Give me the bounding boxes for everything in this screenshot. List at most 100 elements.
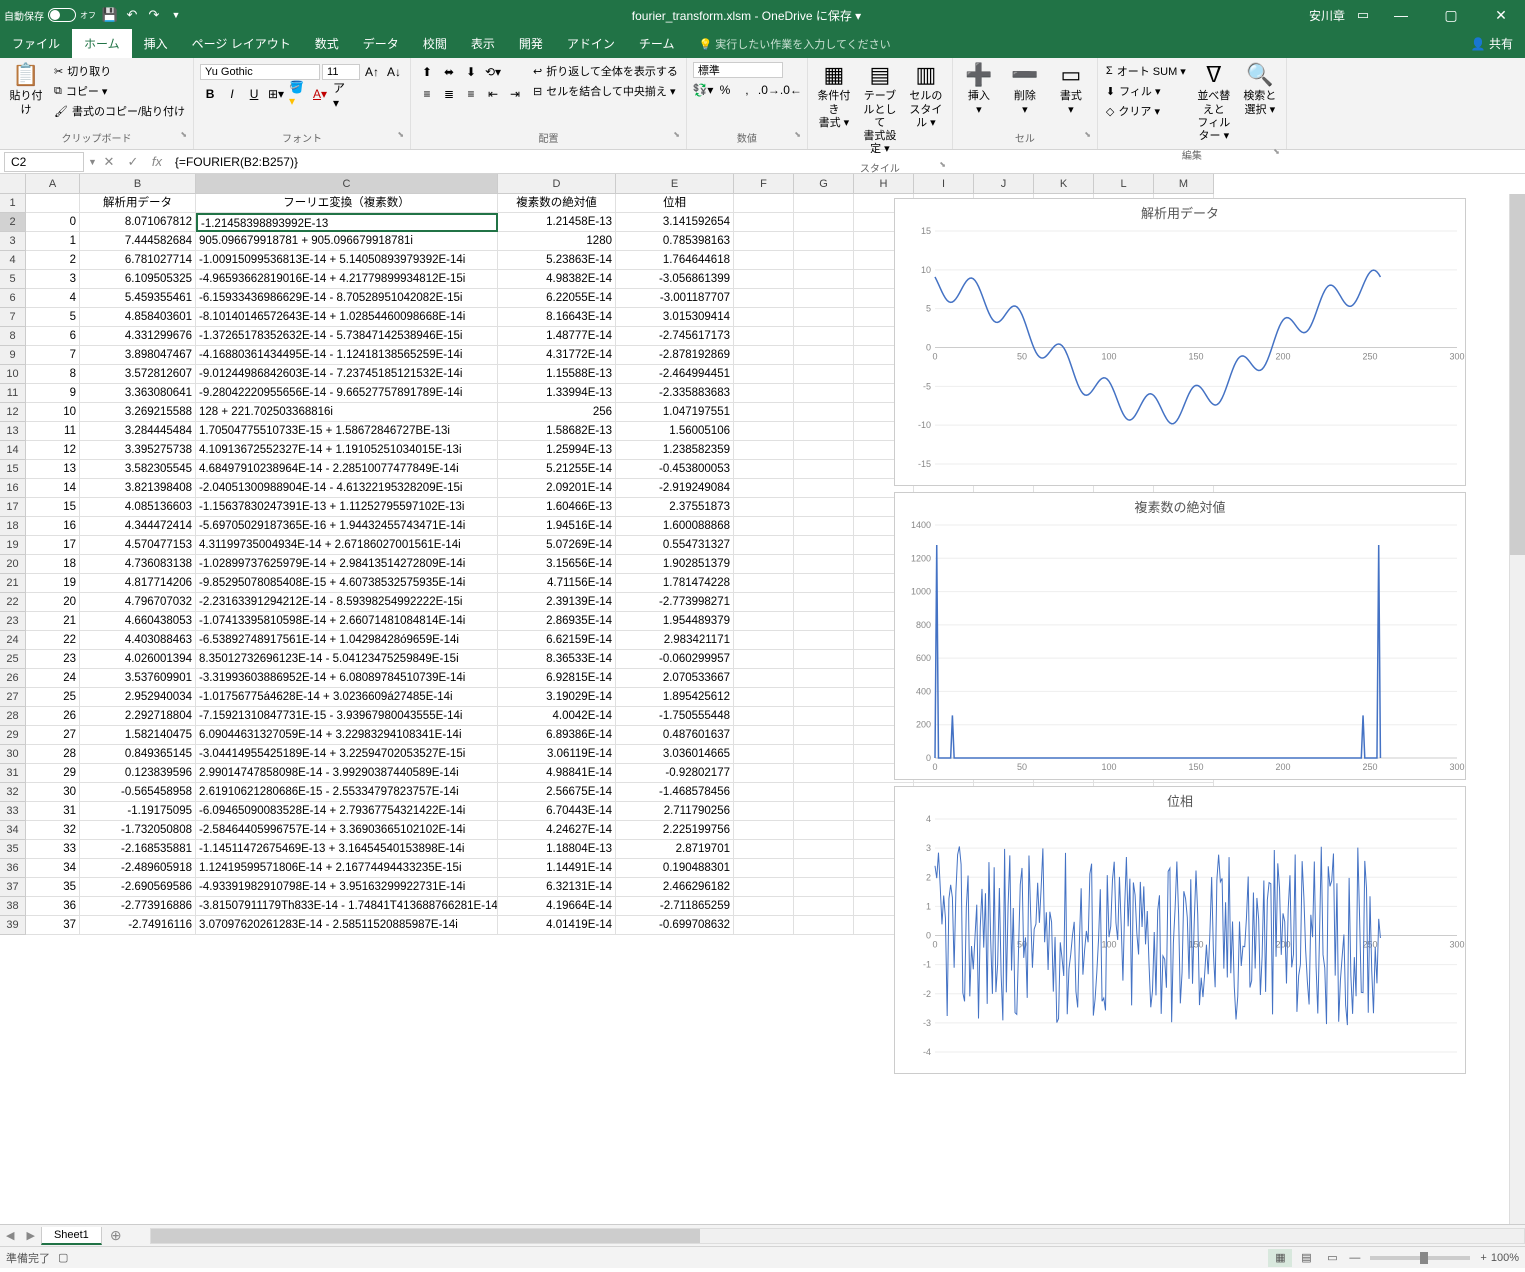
cell-F7[interactable] <box>734 308 794 327</box>
cell-D18[interactable]: 1.94516E-14 <box>498 517 616 536</box>
cell-F30[interactable] <box>734 745 794 764</box>
cell-G25[interactable] <box>794 650 854 669</box>
cell-E34[interactable]: 2.225199756 <box>616 821 734 840</box>
cell-F27[interactable] <box>734 688 794 707</box>
cell-A4[interactable]: 2 <box>26 251 80 270</box>
cell-D1[interactable]: 複素数の絶対値 <box>498 194 616 213</box>
cell-G38[interactable] <box>794 897 854 916</box>
cell-B22[interactable]: 4.796707032 <box>80 593 196 612</box>
cell-G33[interactable] <box>794 802 854 821</box>
cell-C10[interactable]: -9.01244986842603E-14 - 7.23745185121532… <box>196 365 498 384</box>
cell-A7[interactable]: 5 <box>26 308 80 327</box>
cell-C12[interactable]: 128 + 221.702503368816i <box>196 403 498 422</box>
col-header-K[interactable]: K <box>1034 174 1094 194</box>
format-painter-button[interactable]: 🖌書式のコピー/貼り付け <box>52 102 187 120</box>
view-pagebreak-button[interactable]: ▭ <box>1320 1249 1344 1267</box>
tab-data[interactable]: データ <box>351 29 411 58</box>
cell-F10[interactable] <box>734 365 794 384</box>
row-header-1[interactable]: 1 <box>0 194 26 213</box>
cell-E6[interactable]: -3.001187707 <box>616 289 734 308</box>
row-header-19[interactable]: 19 <box>0 536 26 555</box>
row-header-17[interactable]: 17 <box>0 498 26 517</box>
cell-F16[interactable] <box>734 479 794 498</box>
cell-D7[interactable]: 8.16643E-14 <box>498 308 616 327</box>
cell-A12[interactable]: 10 <box>26 403 80 422</box>
find-select-button[interactable]: 🔍検索と 選択 ▾ <box>1238 60 1282 119</box>
cell-C26[interactable]: -3.31993603886952E-14 + 6.08089784510739… <box>196 669 498 688</box>
cell-G39[interactable] <box>794 916 854 935</box>
cell-D33[interactable]: 6.70443E-14 <box>498 802 616 821</box>
cell-E11[interactable]: -2.335883683 <box>616 384 734 403</box>
cell-A14[interactable]: 12 <box>26 441 80 460</box>
cell-B4[interactable]: 6.781027714 <box>80 251 196 270</box>
cell-B16[interactable]: 3.821398408 <box>80 479 196 498</box>
cell-E38[interactable]: -2.711865259 <box>616 897 734 916</box>
font-color-button[interactable]: A▾ <box>310 84 330 104</box>
cell-B11[interactable]: 3.363080641 <box>80 384 196 403</box>
cell-E31[interactable]: -0.92802177 <box>616 764 734 783</box>
cell-A21[interactable]: 19 <box>26 574 80 593</box>
cell-F14[interactable] <box>734 441 794 460</box>
row-header-29[interactable]: 29 <box>0 726 26 745</box>
cell-B5[interactable]: 6.109505325 <box>80 270 196 289</box>
cell-C2[interactable]: -1.21458398893992E-13 <box>196 213 498 232</box>
cell-D29[interactable]: 6.89386E-14 <box>498 726 616 745</box>
cell-C38[interactable]: -3.81507911179Th833E-14 - 1.74841T413688… <box>196 897 498 916</box>
cell-E12[interactable]: 1.047197551 <box>616 403 734 422</box>
cell-B19[interactable]: 4.570477153 <box>80 536 196 555</box>
cell-C19[interactable]: 4.31199735004934E-14 + 2.67186027001561E… <box>196 536 498 555</box>
cell-A6[interactable]: 4 <box>26 289 80 308</box>
cell-E29[interactable]: 0.487601637 <box>616 726 734 745</box>
cell-C27[interactable]: -1.01756775á4628E-14 + 3.0236609á27485E-… <box>196 688 498 707</box>
cell-C25[interactable]: 8.35012732696123E-14 - 5.04123475259849E… <box>196 650 498 669</box>
cell-E25[interactable]: -0.060299957 <box>616 650 734 669</box>
cell-D6[interactable]: 6.22055E-14 <box>498 289 616 308</box>
cell-E4[interactable]: 1.764644618 <box>616 251 734 270</box>
cell-C11[interactable]: -9.28042220955656E-14 - 9.66527757891789… <box>196 384 498 403</box>
cell-A23[interactable]: 21 <box>26 612 80 631</box>
col-header-L[interactable]: L <box>1094 174 1154 194</box>
cell-G35[interactable] <box>794 840 854 859</box>
cell-B31[interactable]: 0.123839596 <box>80 764 196 783</box>
cell-B36[interactable]: -2.489605918 <box>80 859 196 878</box>
row-header-30[interactable]: 30 <box>0 745 26 764</box>
sheet-nav-prev[interactable]: ◀ <box>0 1229 20 1242</box>
align-middle-button[interactable]: ⬌ <box>439 62 459 82</box>
cell-C36[interactable]: 1.12419599571806E-14 + 2.16774494433235E… <box>196 859 498 878</box>
row-header-11[interactable]: 11 <box>0 384 26 403</box>
fill-button[interactable]: ⬇フィル ▾ <box>1104 82 1188 100</box>
cell-C14[interactable]: 4.10913672552327E-14 + 1.19105251034015E… <box>196 441 498 460</box>
row-header-12[interactable]: 12 <box>0 403 26 422</box>
cell-C16[interactable]: -2.04051300988904E-14 - 4.61322195328209… <box>196 479 498 498</box>
align-center-button[interactable]: ≣ <box>439 84 459 104</box>
macro-record-icon[interactable]: ▢ <box>58 1251 68 1264</box>
copy-button[interactable]: ⧉コピー ▾ <box>52 82 187 100</box>
cell-D38[interactable]: 4.19664E-14 <box>498 897 616 916</box>
cell-F5[interactable] <box>734 270 794 289</box>
autosave-toggle[interactable]: 自動保存 オフ <box>4 8 96 23</box>
chart-analysis-data[interactable]: 解析用データ -15-10-5051015050100150200250300 <box>894 198 1466 486</box>
cell-B25[interactable]: 4.026001394 <box>80 650 196 669</box>
cell-C6[interactable]: -6.15933436986629E-14 - 8.70528951042082… <box>196 289 498 308</box>
cell-F29[interactable] <box>734 726 794 745</box>
sort-filter-button[interactable]: ᐁ並べ替えと フィルター ▾ <box>1192 60 1236 145</box>
cell-D23[interactable]: 2.86935E-14 <box>498 612 616 631</box>
col-header-J[interactable]: J <box>974 174 1034 194</box>
cell-E37[interactable]: 2.466296182 <box>616 878 734 897</box>
cell-E35[interactable]: 2.8719701 <box>616 840 734 859</box>
tab-team[interactable]: チーム <box>627 29 687 58</box>
cell-A22[interactable]: 20 <box>26 593 80 612</box>
wrap-text-button[interactable]: ↩折り返して全体を表示する <box>531 62 680 80</box>
cell-F28[interactable] <box>734 707 794 726</box>
cell-E15[interactable]: -0.453800053 <box>616 460 734 479</box>
tab-addins[interactable]: アドイン <box>555 29 627 58</box>
row-header-4[interactable]: 4 <box>0 251 26 270</box>
cell-B1[interactable]: 解析用データ <box>80 194 196 213</box>
clear-button[interactable]: ◇クリア ▾ <box>1104 102 1188 120</box>
cell-D17[interactable]: 1.60466E-13 <box>498 498 616 517</box>
cell-C29[interactable]: 6.09044631327059E-14 + 3.22983294108341E… <box>196 726 498 745</box>
row-header-10[interactable]: 10 <box>0 365 26 384</box>
fill-color-button[interactable]: 🪣▾ <box>288 84 308 104</box>
cell-A32[interactable]: 30 <box>26 783 80 802</box>
cell-F25[interactable] <box>734 650 794 669</box>
